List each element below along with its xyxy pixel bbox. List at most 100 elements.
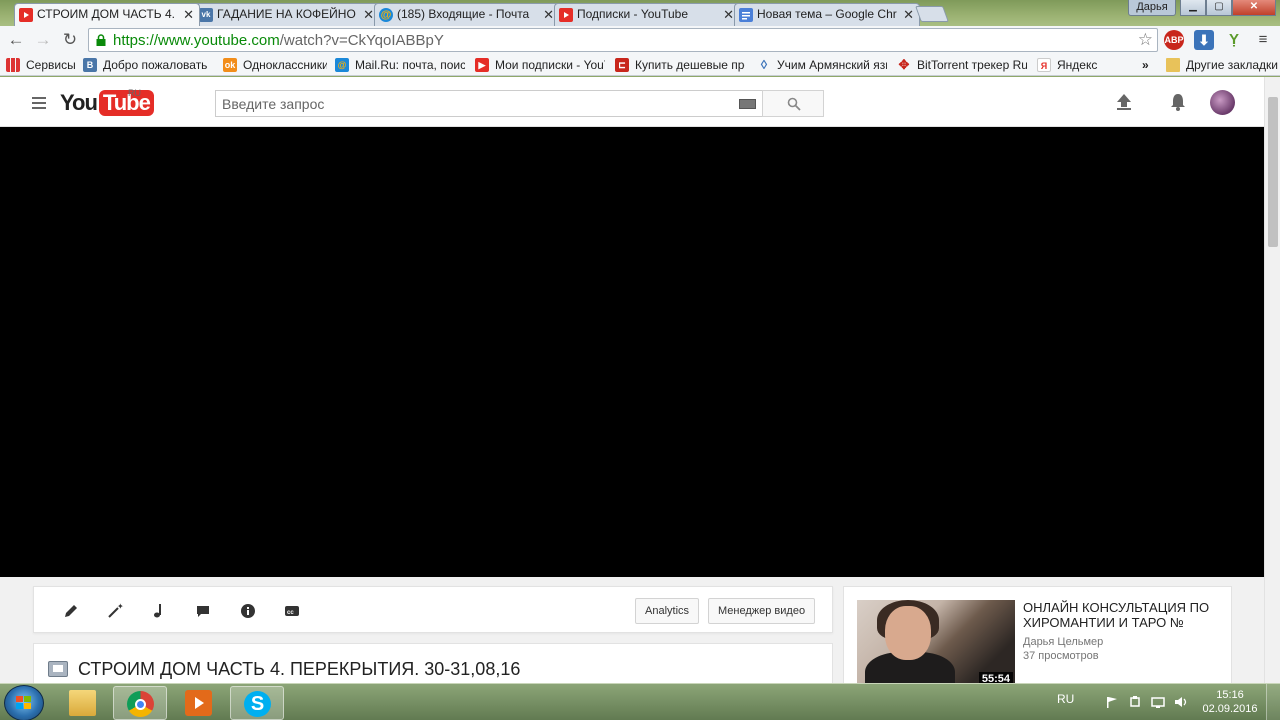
bookmark-odnoklassniki[interactable]: ok Одноклассники	[223, 57, 327, 73]
bookmarks-bar: Сервисы B Добро пожаловать | ok Одноклас…	[0, 54, 1280, 76]
usb-device-icon[interactable]	[1128, 695, 1142, 709]
reload-button[interactable]: ↻	[59, 29, 81, 51]
url-text: https://www.youtube.com/watch?v=CkYqoIAB…	[113, 32, 444, 50]
new-tab-button[interactable]	[915, 6, 949, 22]
video-title: СТРОИМ ДОМ ЧАСТЬ 4. ПЕРЕКРЫТИЯ. 30-31,08…	[78, 659, 521, 679]
folder-icon	[1166, 58, 1180, 72]
language-indicator[interactable]: RU	[1057, 692, 1074, 706]
lock-icon	[96, 34, 106, 46]
keyboard-icon[interactable]	[739, 99, 756, 109]
tab-strip: СТРОИМ ДОМ ЧАСТЬ 4. ✕ vk ГАДАНИЕ НА КОФЕ…	[0, 0, 1280, 26]
related-video-thumbnail[interactable]: 55:54	[857, 600, 1015, 683]
bookmark-label: Учим Армянский язы	[777, 58, 887, 72]
bookmarks-overflow-button[interactable]: »	[1140, 57, 1156, 73]
close-icon[interactable]: ✕	[903, 4, 914, 25]
taskbar-skype[interactable]: S	[230, 686, 284, 720]
mail-icon: @	[335, 58, 349, 72]
logo-region: RU	[128, 88, 141, 98]
related-video-channel[interactable]: Дарья Цельмер	[1023, 636, 1103, 648]
other-bookmarks[interactable]: Другие закладки	[1166, 57, 1280, 73]
video-duration: 55:54	[978, 672, 1013, 683]
bookmark-star-icon[interactable]: ☆	[1138, 30, 1153, 50]
avatar[interactable]	[1210, 90, 1235, 115]
taskbar-explorer[interactable]	[56, 686, 110, 720]
music-note-icon[interactable]	[150, 602, 168, 620]
video-manager-button[interactable]: Менеджер видео	[708, 598, 816, 624]
tab-label: Подписки - YouTube	[577, 7, 689, 21]
bookmark-my-subscriptions[interactable]: ▶ Мои подписки - YouT	[475, 57, 605, 73]
mail-icon: @	[379, 8, 393, 22]
apps-icon	[6, 58, 20, 72]
network-icon[interactable]	[1151, 695, 1165, 709]
bookmark-label: Мои подписки - YouT	[495, 58, 605, 72]
minimize-button[interactable]: ▁	[1180, 0, 1206, 16]
annotation-icon[interactable]	[194, 602, 212, 620]
upload-icon[interactable]	[1113, 91, 1135, 113]
tab-gadanie[interactable]: vk ГАДАНИЕ НА КОФЕЙНО ✕	[194, 3, 380, 26]
analytics-button[interactable]: Analytics	[635, 598, 700, 624]
bookmark-label: Другие закладки	[1186, 58, 1278, 72]
sprout-icon[interactable]: Ỵ	[1224, 30, 1244, 50]
bookmark-buy-cheap[interactable]: ⊏ Купить дешевые про	[615, 57, 745, 73]
browser-toolbar: ← → ↻ https://www.youtube.com/watch?v=Ck…	[0, 26, 1280, 54]
yandex-icon: Я	[1037, 58, 1051, 72]
pencil-icon[interactable]	[62, 602, 80, 620]
address-bar[interactable]: https://www.youtube.com/watch?v=CkYqoIAB…	[88, 28, 1158, 52]
related-video-title[interactable]: ОНЛАЙН КОНСУЛЬТАЦИЯ ПО ХИРОМАНТИИ И ТАРО…	[1023, 600, 1223, 630]
tab-subscriptions[interactable]: Подписки - YouTube ✕	[554, 3, 740, 26]
close-icon[interactable]: ✕	[723, 4, 734, 25]
media-player-icon	[185, 690, 212, 716]
close-icon[interactable]: ✕	[183, 4, 194, 25]
close-window-button[interactable]: ✕	[1232, 0, 1276, 16]
svg-text:✦: ✦	[117, 602, 124, 611]
maximize-button[interactable]: ▢	[1206, 0, 1232, 16]
thumbnail-face	[885, 606, 931, 660]
search-input[interactable]	[216, 91, 716, 116]
download-icon[interactable]: ⬇	[1194, 30, 1214, 50]
magic-wand-icon[interactable]: ✦	[106, 602, 124, 620]
url-host: https://www.youtube.com	[113, 32, 280, 49]
tab-inbox[interactable]: @ (185) Входящие - Почта ✕	[374, 3, 560, 26]
vk-icon: B	[83, 58, 97, 72]
private-video-icon	[48, 661, 68, 677]
close-icon[interactable]: ✕	[543, 4, 554, 25]
tab-stroim-dom[interactable]: СТРОИМ ДОМ ЧАСТЬ 4. ✕	[14, 3, 200, 26]
search-button[interactable]	[762, 90, 824, 117]
volume-icon[interactable]	[1174, 695, 1188, 709]
show-desktop-button[interactable]	[1266, 684, 1280, 720]
svg-text:cc: cc	[287, 610, 294, 616]
taskbar-media-player[interactable]	[172, 686, 226, 720]
action-center-flag-icon[interactable]	[1105, 695, 1119, 709]
windows-taskbar: S RU 15:16 02.09.2016	[0, 683, 1280, 720]
ok-icon: ok	[223, 58, 237, 72]
bookmark-label: BitTorrent трекер RuT	[917, 58, 1027, 72]
bookmark-vk[interactable]: B Добро пожаловать |	[83, 57, 207, 73]
bookmark-mailru[interactable]: @ Mail.Ru: почта, поиск	[335, 57, 465, 73]
notifications-bell-icon[interactable]	[1167, 91, 1189, 113]
page-scrollbar[interactable]	[1264, 77, 1280, 683]
profile-button[interactable]: Дарья	[1128, 0, 1176, 16]
system-clock[interactable]: 15:16 02.09.2016	[1200, 688, 1260, 716]
bookmark-armenian[interactable]: ◊ Учим Армянский язы	[757, 57, 887, 73]
captions-icon[interactable]: cc	[283, 602, 301, 620]
bookmark-label: Добро пожаловать |	[103, 58, 207, 72]
guide-menu-icon[interactable]	[32, 97, 46, 112]
bookmark-label: Mail.Ru: почта, поиск	[355, 58, 465, 72]
tab-new-topic[interactable]: Новая тема – Google Chr ✕	[734, 3, 920, 26]
adblock-icon[interactable]: ABP	[1164, 30, 1184, 50]
youtube-icon	[19, 8, 33, 22]
bookmark-bittorrent[interactable]: ✥ BitTorrent трекер RuT	[897, 57, 1027, 73]
bookmark-yandex[interactable]: Я Яндекс	[1037, 57, 1107, 73]
info-icon[interactable]	[239, 602, 257, 620]
youtube-logo[interactable]: You Tube RU	[60, 88, 154, 116]
start-button[interactable]	[4, 685, 44, 720]
bookmark-services[interactable]: Сервисы	[6, 57, 76, 73]
video-player[interactable]	[0, 127, 1264, 577]
scrollbar-thumb[interactable]	[1268, 97, 1278, 247]
taskbar-chrome[interactable]	[113, 686, 167, 720]
close-icon[interactable]: ✕	[363, 4, 374, 25]
windows-logo-icon	[16, 696, 32, 710]
menu-icon[interactable]: ≡	[1253, 30, 1273, 50]
back-button[interactable]: ←	[5, 29, 27, 51]
forward-button[interactable]: →	[32, 29, 54, 51]
